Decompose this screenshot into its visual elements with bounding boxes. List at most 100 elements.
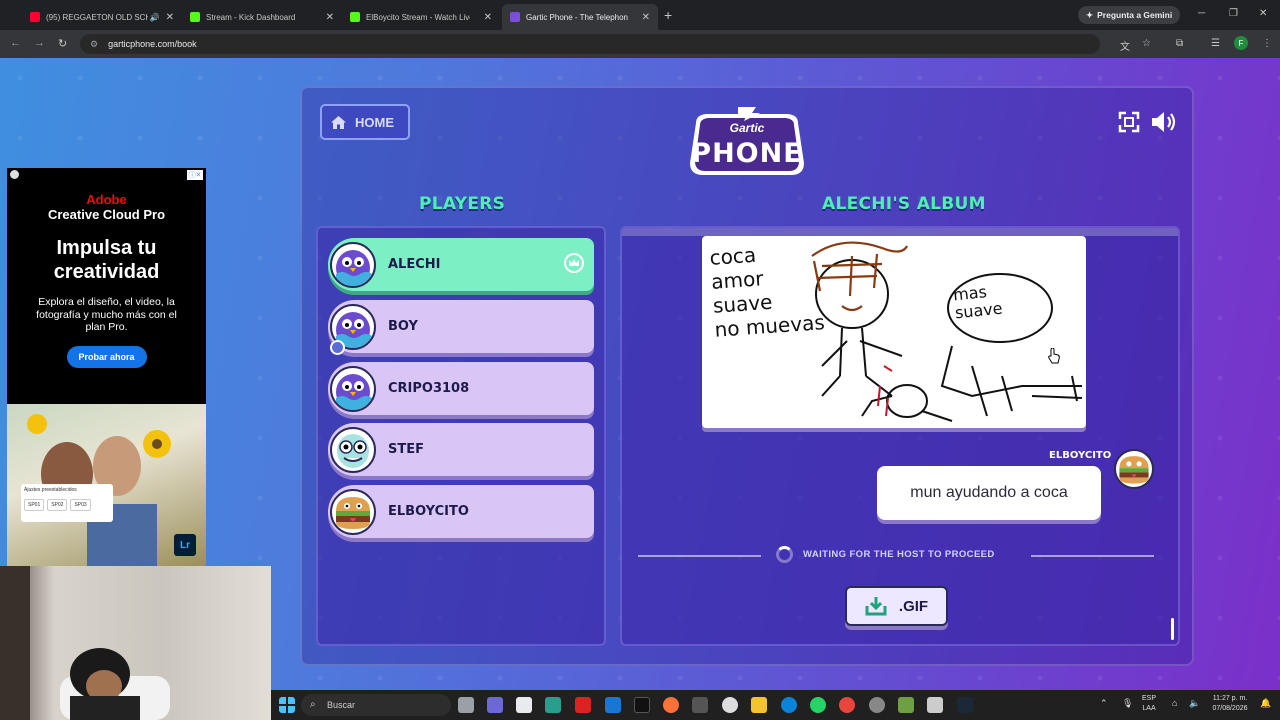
sound-icon[interactable] [1150,110,1178,139]
adobe-ad[interactable]: ⓘ✕ Adobe Creative Cloud Pro Impulsa tu c… [7,168,206,404]
drawing-word: no [713,316,741,342]
site-info-icon[interactable]: ⚙ [90,39,98,50]
chrome-icon[interactable] [839,697,855,713]
outlook-icon[interactable] [605,697,621,713]
close-window-icon[interactable]: ✕ [1259,8,1267,19]
language-sub: LAA [1142,705,1156,712]
notifications-icon[interactable]: 🔔 [1260,698,1271,708]
new-tab-button[interactable]: + [664,7,672,23]
clock-date: 07/08/2026 [1212,705,1248,712]
edge-icon[interactable] [781,697,797,713]
album-panel: coca amor suave no muevas mas suave [620,226,1180,646]
search-icon: ⌕ [310,699,316,710]
chatgpt-icon[interactable] [722,697,738,713]
profile-avatar[interactable]: F [1234,36,1248,50]
app-icon[interactable] [869,697,885,713]
reload-icon[interactable]: ↻ [58,37,67,50]
tray-chevron-icon[interactable]: ⌃ [1100,698,1108,708]
player-avatar [330,365,376,412]
language-indicator[interactable]: ESP LAA [1142,694,1156,714]
minimize-icon[interactable]: ─ [1198,8,1205,19]
ad-preset-chip: SP03 [70,499,91,511]
tab-title: (95) REGGAETON OLD SCH [46,12,148,22]
home-label: HOME [355,114,394,130]
download-gif-button[interactable]: .GIF [845,586,948,626]
player-avatar [330,488,376,535]
bookmark-star-icon[interactable]: ☆ [1142,38,1151,49]
taskbar-search[interactable]: ⌕ Buscar [301,694,451,716]
logo-word-gartic: Gartic [729,121,765,135]
webcam-overlay [0,566,271,720]
ad-preset-chip: SP02 [47,499,68,511]
url-text: garticphone.com/book [108,39,197,49]
tab-title: ElBoycito Stream - Watch Live o [366,12,470,22]
tab-elboycito-stream[interactable]: ElBoycito Stream - Watch Live o ✕ [342,4,500,30]
ad-headline-line: creatividad [53,261,160,283]
ad-info-icon[interactable]: ⓘ✕ [187,170,203,180]
player-row-boy: BOY [328,300,594,355]
store-icon[interactable] [516,697,532,713]
tab-youtube[interactable]: (95) REGGAETON OLD SCH 🔊 ✕ [22,4,182,30]
app-icon[interactable] [927,697,943,713]
steam-icon[interactable] [957,697,973,713]
whatsapp-icon[interactable] [810,697,826,713]
youtube-favicon-icon [30,12,40,22]
divider-line [638,555,761,557]
gemini-button[interactable]: ✦ Pregunta a Gemini [1078,6,1181,24]
url-field[interactable]: ⚙ garticphone.com/book [80,34,1100,54]
restore-icon[interactable]: ❐ [1229,8,1238,19]
firefox-icon[interactable] [663,697,679,713]
clock[interactable]: 11:27 p. m. 07/08/2026 [1204,694,1256,714]
fullscreen-icon[interactable] [1118,111,1140,138]
ad-cta-button[interactable]: Probar ahora [66,345,147,368]
logo-word-phone: PHONE [691,138,803,169]
volume-icon[interactable]: 🔈 [1189,698,1200,708]
app-icon[interactable] [898,697,914,713]
ad-body: Explora el diseño, el video, la fotograf… [36,296,177,333]
tab-title: Gartic Phone - The Telephone G [526,12,628,22]
album-scrollbar[interactable] [1171,618,1174,640]
gartic-favicon-icon [510,12,520,22]
task-view-icon[interactable] [458,697,474,713]
teams-icon[interactable] [487,697,503,713]
home-icon [331,115,346,129]
ad-photo[interactable]: Ajustes preestablecidos SP01 SP02 SP03 L… [7,404,206,566]
close-tab-icon[interactable]: ✕ [326,12,334,23]
app-icon[interactable] [692,697,708,713]
tiktok-icon[interactable] [634,697,650,713]
windows-start-icon[interactable] [279,697,295,713]
microphone-icon[interactable]: 🎙 [1122,698,1133,708]
ad-presets-card: Ajustes preestablecidos SP01 SP02 SP03 [21,484,113,522]
gartic-phone-logo: Gartic PHONE [686,105,808,179]
guess-author: ELBOYCITO [1049,450,1112,461]
home-button[interactable]: HOME [320,104,410,140]
user-badge-icon [330,340,345,355]
app-icon[interactable] [545,697,561,713]
back-icon[interactable]: ← [10,37,21,49]
tab-gartic-phone[interactable]: Gartic Phone - The Telephone G ✕ [502,4,658,30]
close-tab-icon[interactable]: ✕ [484,12,492,23]
network-icon[interactable]: ⌂ [1172,698,1177,708]
app-icon[interactable] [575,697,591,713]
speaker-icon[interactable]: 🔊 [150,13,160,22]
extensions-icon[interactable]: ⧉ [1176,38,1183,49]
guess-author-avatar [1114,449,1154,489]
ad-preset-chip: SP01 [24,499,45,511]
menu-icon[interactable]: ⋮ [1262,38,1272,49]
translate-icon[interactable]: 文 [1120,38,1130,53]
player-name: ALECHI [388,257,441,272]
webcam-feed [0,566,170,720]
close-tab-icon[interactable]: ✕ [642,12,650,23]
reading-list-icon[interactable]: ☰ [1211,38,1220,49]
gemini-sparkle-icon: ✦ [1086,9,1094,20]
tab-kick-dashboard[interactable]: Stream - Kick Dashboard ✕ [182,4,342,30]
gemini-label: Pregunta a Gemini [1097,10,1173,20]
waiting-status: WAITING FOR THE HOST TO PROCEED [776,546,995,563]
hand-cursor-icon [1048,347,1060,369]
file-explorer-icon[interactable] [751,697,767,713]
close-tab-icon[interactable]: ✕ [166,12,174,23]
forward-icon[interactable]: → [34,37,45,49]
ad-choices-icon[interactable] [10,170,19,179]
divider-line [1031,555,1154,557]
player-row-alechi: ALECHI [328,238,594,291]
